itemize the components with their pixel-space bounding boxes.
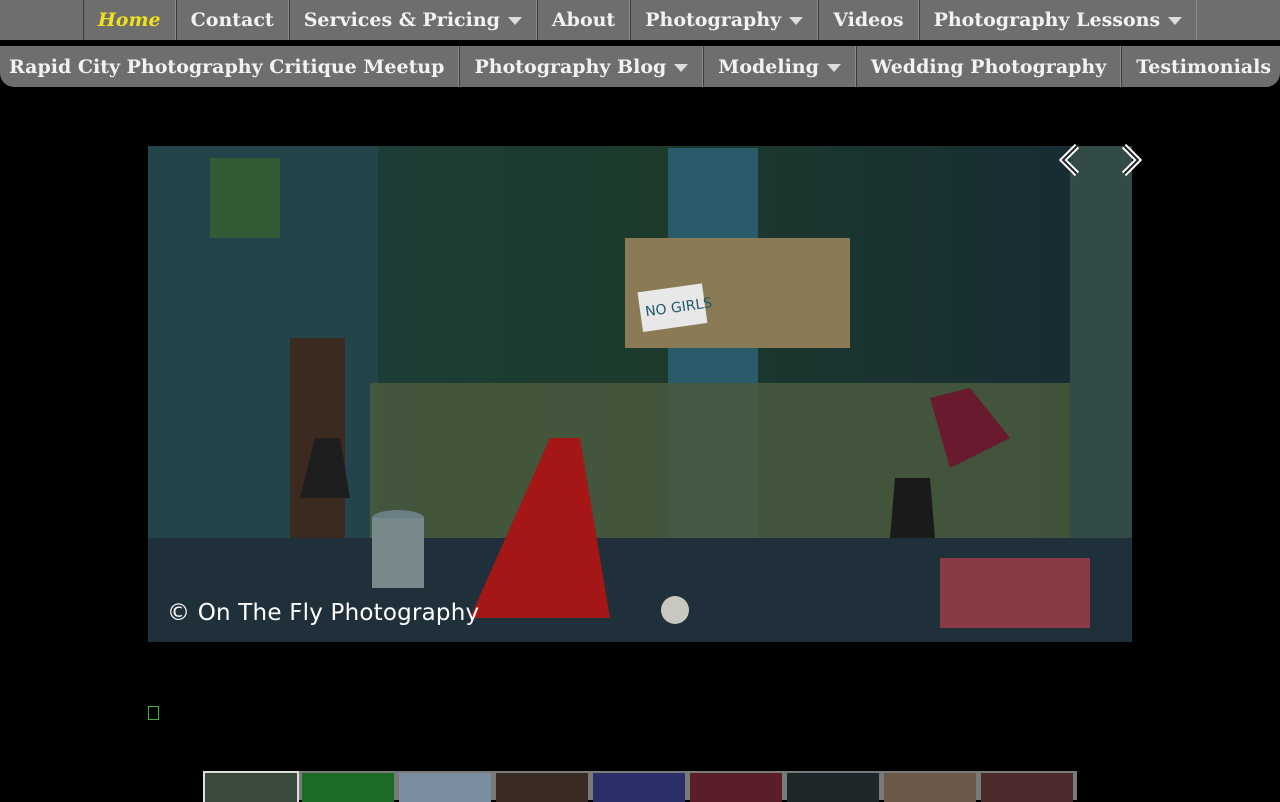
window <box>210 158 280 238</box>
nav-videos[interactable]: Videos <box>818 0 919 40</box>
nav-photography-lessons[interactable]: Photography Lessons <box>918 0 1198 40</box>
thumbnail-7[interactable] <box>787 773 879 802</box>
lawnmower-wheel <box>661 596 689 624</box>
nav-photography-blog[interactable]: Photography Blog <box>459 46 704 87</box>
thumbnail-5[interactable] <box>593 773 685 802</box>
nav-modeling[interactable]: Modeling <box>703 46 856 87</box>
hero-photo: NO GIRLS <box>140 138 1140 650</box>
nav-about[interactable]: About <box>536 0 631 40</box>
chevron-down-icon <box>674 63 689 72</box>
prev-arrow-icon[interactable] <box>1055 142 1085 178</box>
nav-testimonials[interactable]: Testimonials <box>1121 46 1280 87</box>
chevron-down-icon <box>1168 17 1183 25</box>
nav-critique-meetup[interactable]: Rapid City Photography Critique Meetup <box>0 46 460 87</box>
model-sitting <box>890 478 935 538</box>
thumbnail-6[interactable] <box>690 773 782 802</box>
nav-contact[interactable]: Contact <box>175 0 289 40</box>
chevron-down-icon <box>507 17 522 25</box>
thumbnail-2[interactable] <box>302 773 394 802</box>
chevron-down-icon <box>789 17 804 25</box>
missing-glyph-icon <box>148 706 159 720</box>
thumbnail-9[interactable] <box>981 773 1073 802</box>
thumbnail-1[interactable] <box>203 771 299 802</box>
trash-can <box>372 518 424 588</box>
thumbnail-strip <box>203 771 1077 802</box>
steps <box>940 558 1090 628</box>
nav-services-pricing[interactable]: Services & Pricing <box>288 0 537 40</box>
main-nav: Home Contact Services & Pricing About Ph… <box>0 0 1280 40</box>
photo-caption: © On The Fly Photography <box>167 600 480 626</box>
thumbnail-8[interactable] <box>884 773 976 802</box>
next-arrow-icon[interactable] <box>1116 142 1146 178</box>
nav-wedding-photography[interactable]: Wedding Photography <box>855 46 1122 87</box>
nav-home[interactable]: Home <box>82 0 176 40</box>
chevron-down-icon <box>826 63 841 72</box>
thumbnail-4[interactable] <box>496 773 588 802</box>
thumbnail-3[interactable] <box>399 773 491 802</box>
hero-photo-scene: NO GIRLS <box>148 146 1132 642</box>
secondary-nav: Rapid City Photography Critique Meetup P… <box>0 46 1280 87</box>
nav-photography[interactable]: Photography <box>630 0 819 40</box>
